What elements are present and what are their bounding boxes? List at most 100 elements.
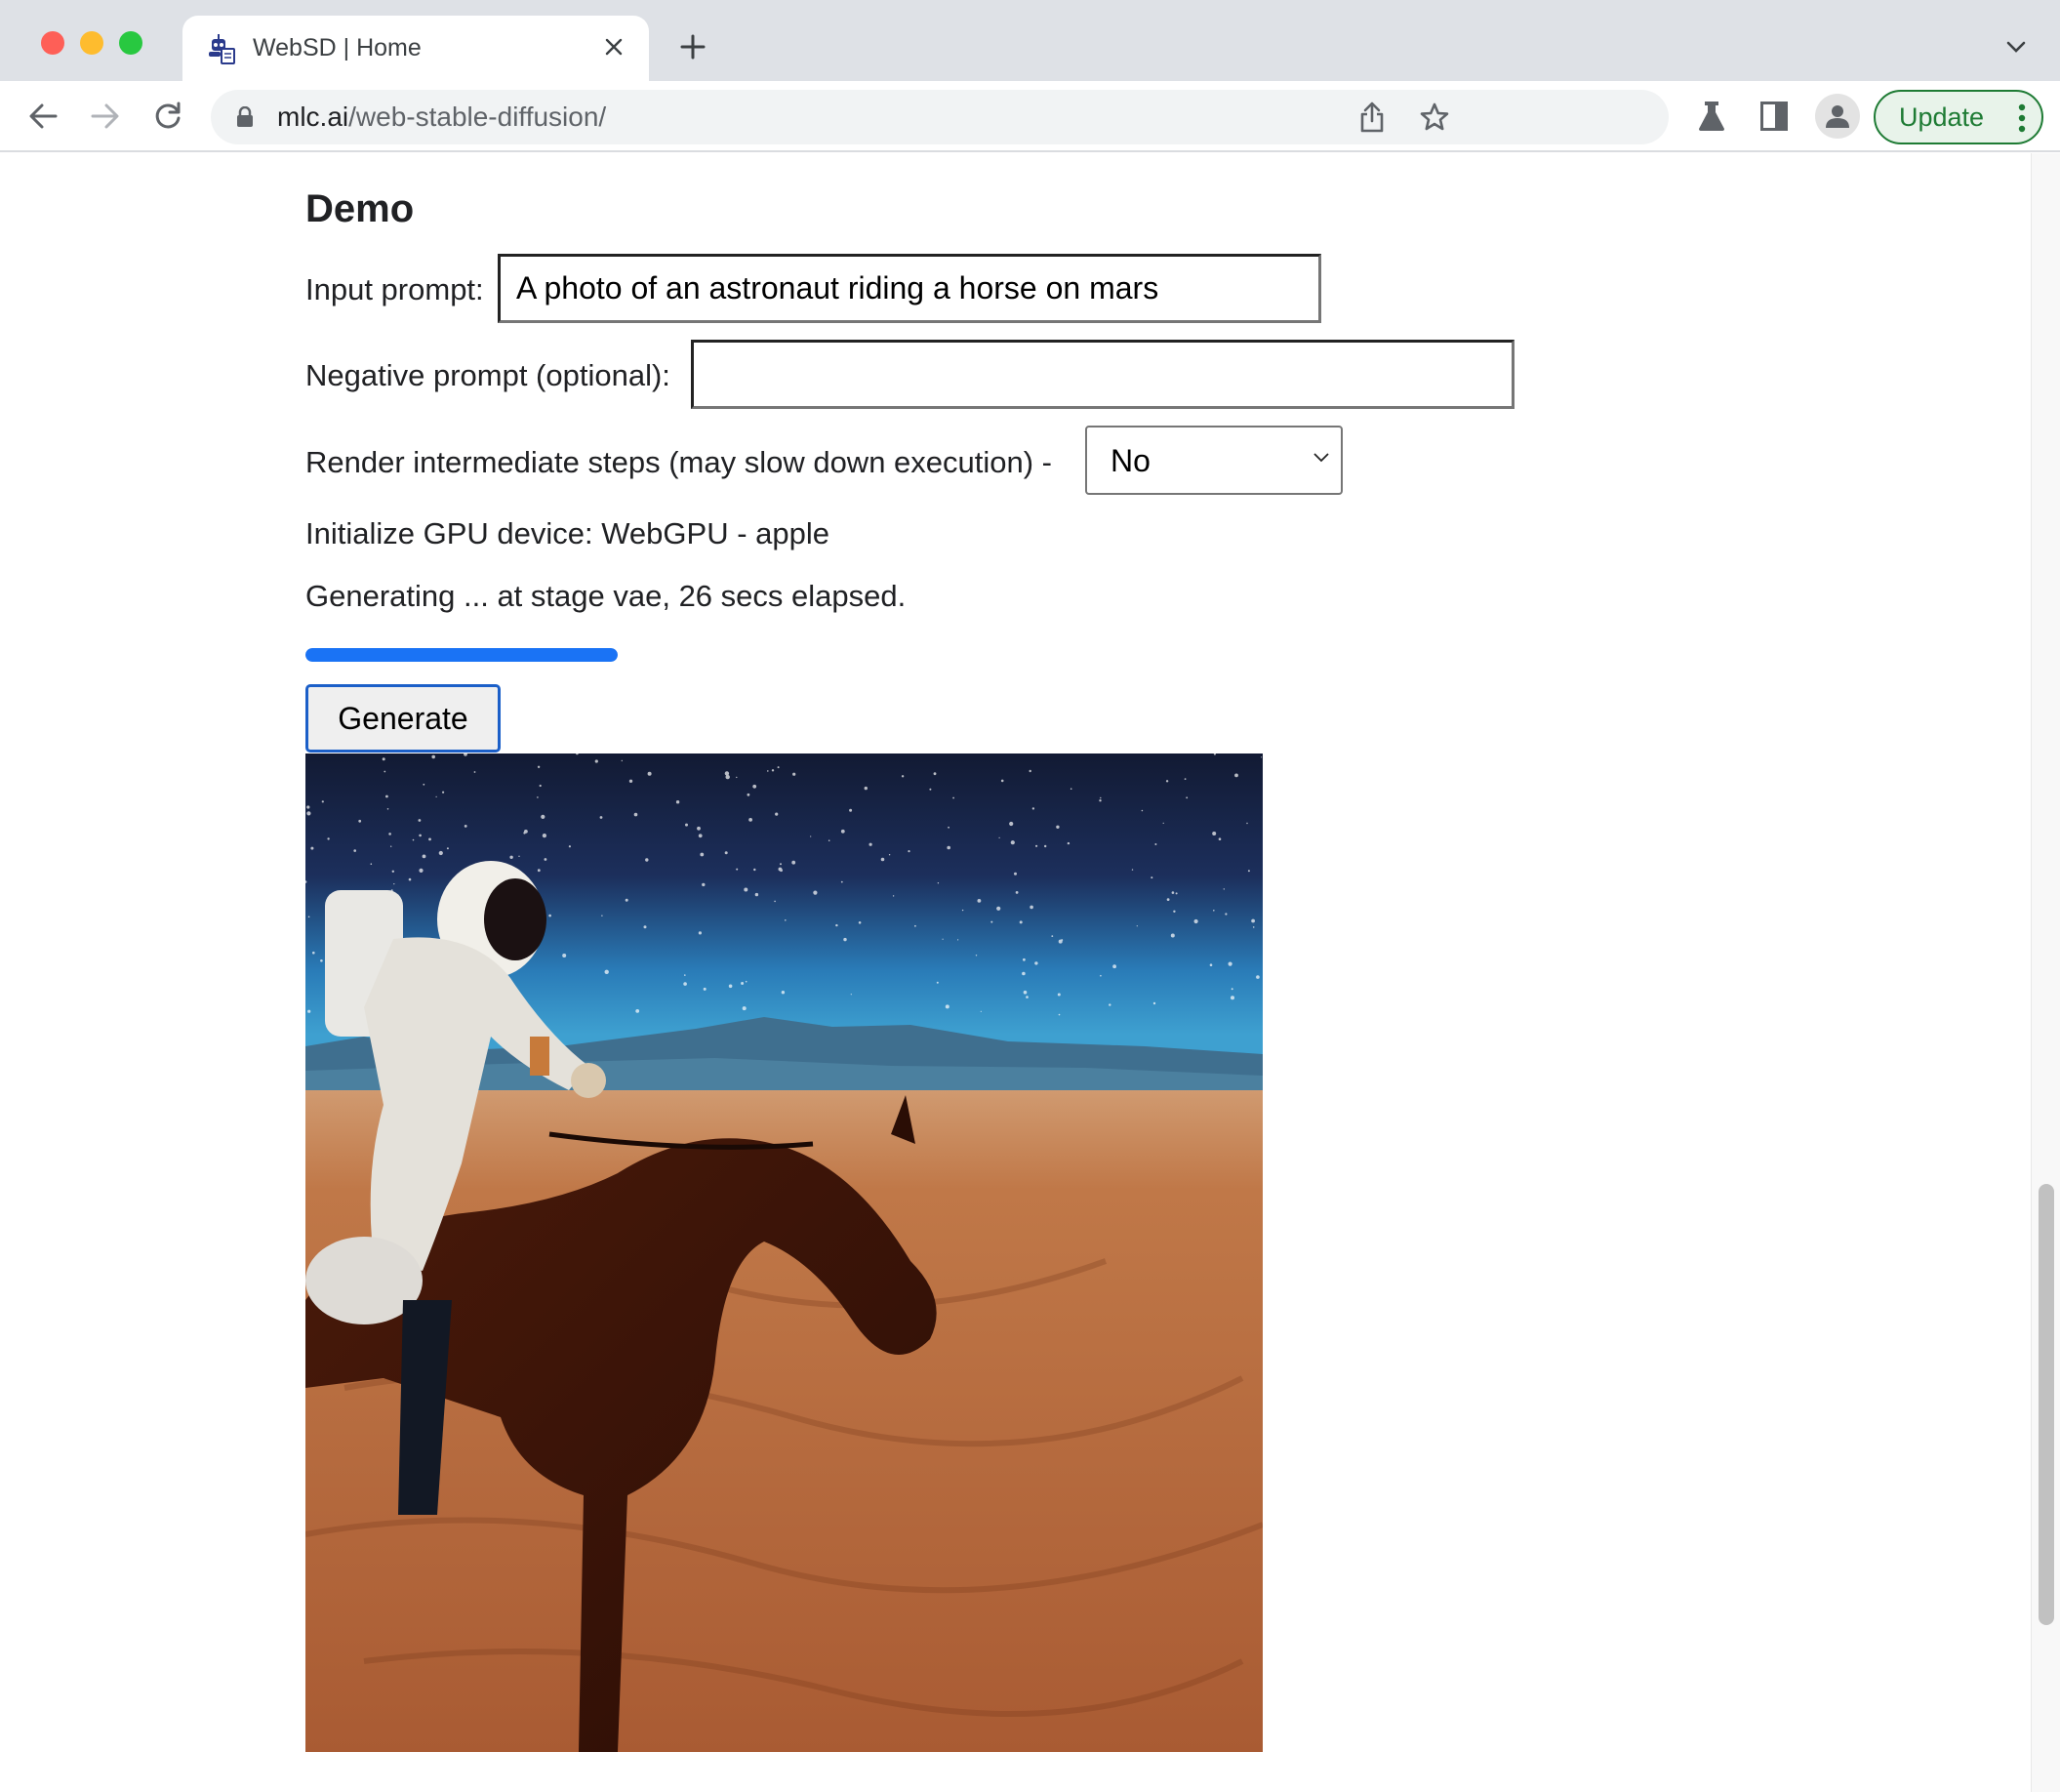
star-dot xyxy=(1225,913,1228,916)
negative-prompt-label: Negative prompt (optional): xyxy=(305,358,670,392)
star-dot xyxy=(541,814,545,819)
star-dot xyxy=(747,793,750,796)
reload-icon xyxy=(155,102,181,129)
star-dot xyxy=(544,858,547,861)
star-dot xyxy=(1058,1013,1061,1016)
star-dot xyxy=(306,805,310,809)
forward-button[interactable] xyxy=(86,97,125,136)
star-dot xyxy=(777,766,780,769)
star-dot xyxy=(1234,773,1238,778)
star-dot xyxy=(1231,996,1234,1000)
star-dot xyxy=(780,863,782,866)
input-prompt-field[interactable] xyxy=(498,254,1321,323)
page-content: Demo Input prompt: Negative prompt (opti… xyxy=(0,153,2031,1792)
star-dot xyxy=(843,937,847,942)
star-dot xyxy=(388,833,391,835)
scrollbar-thumb[interactable] xyxy=(2039,1184,2054,1625)
update-label: Update xyxy=(1899,102,1985,132)
star-dot xyxy=(957,939,959,941)
back-button[interactable] xyxy=(23,97,62,136)
close-tab-button[interactable] xyxy=(596,29,631,64)
star-dot xyxy=(748,818,752,822)
star-dot xyxy=(1109,1003,1111,1006)
star-dot xyxy=(1228,961,1232,966)
url-text[interactable]: mlc.ai/web-stable-diffusion/ xyxy=(277,102,606,133)
star-dot xyxy=(1014,872,1017,876)
render-steps-select[interactable]: No xyxy=(1085,426,1343,495)
star-dot xyxy=(594,759,598,763)
star-dot xyxy=(1209,963,1213,966)
star-dot xyxy=(724,771,730,776)
star-dot xyxy=(697,826,701,831)
star-dot xyxy=(621,759,623,762)
vertical-scrollbar[interactable] xyxy=(2031,153,2060,1792)
star-dot xyxy=(728,984,733,989)
tab-websd-home[interactable]: WebSD | Home xyxy=(182,16,649,81)
share-button[interactable] xyxy=(1354,100,1390,135)
plus-icon xyxy=(680,34,706,60)
star-dot xyxy=(744,887,748,892)
star-dot xyxy=(942,938,944,940)
star-dot xyxy=(1165,780,1169,783)
profile-button[interactable] xyxy=(1815,94,1860,139)
labs-button[interactable] xyxy=(1692,97,1731,136)
star-dot xyxy=(990,920,993,923)
update-button[interactable]: Update xyxy=(1874,90,2043,144)
new-tab-button[interactable] xyxy=(673,27,712,66)
star-dot xyxy=(1044,844,1047,848)
star-dot xyxy=(791,860,796,865)
star-dot xyxy=(633,812,638,817)
star-dot xyxy=(1029,769,1031,773)
star-dot xyxy=(908,850,910,853)
window-zoom-button[interactable] xyxy=(119,31,142,55)
star-dot xyxy=(386,808,389,810)
star-dot xyxy=(1019,920,1023,924)
star-dot xyxy=(933,772,937,776)
star-dot xyxy=(1247,870,1250,873)
star-dot xyxy=(736,868,739,871)
star-dot xyxy=(702,882,706,887)
star-dot xyxy=(1175,892,1178,895)
star-dot xyxy=(1057,993,1061,997)
bookmark-button[interactable] xyxy=(1417,100,1452,135)
star-dot xyxy=(523,832,526,835)
render-steps-label: Render intermediate steps (may slow down… xyxy=(305,445,1053,479)
browser-toolbar: mlc.ai/web-stable-diffusion/ Update xyxy=(0,81,2060,152)
star-dot xyxy=(1246,822,1248,825)
window-minimize-button[interactable] xyxy=(80,31,103,55)
star-dot xyxy=(698,931,702,935)
star-dot xyxy=(888,854,891,856)
star-dot xyxy=(892,895,895,897)
star-dot xyxy=(700,852,705,857)
negative-prompt-field[interactable] xyxy=(691,340,1515,409)
share-icon xyxy=(1360,102,1384,133)
star-dot xyxy=(422,854,426,859)
star-dot xyxy=(725,774,730,780)
star-dot xyxy=(312,951,315,955)
star-dot xyxy=(1023,957,1026,961)
star-dot xyxy=(390,845,392,847)
tab-search-button[interactable] xyxy=(2000,31,2032,62)
side-panel-button[interactable] xyxy=(1755,97,1794,136)
star-dot xyxy=(382,757,385,761)
lock-icon[interactable] xyxy=(236,105,254,133)
star-dot xyxy=(423,783,425,786)
star-dot xyxy=(1030,905,1033,910)
star-dot xyxy=(771,769,775,772)
star-dot xyxy=(1022,971,1026,976)
star-dot xyxy=(780,869,783,873)
address-bar[interactable]: mlc.ai/web-stable-diffusion/ xyxy=(211,90,1669,144)
star-dot xyxy=(785,919,787,921)
reload-button[interactable] xyxy=(148,97,187,136)
star-dot xyxy=(509,855,513,859)
window-close-button[interactable] xyxy=(41,31,64,55)
star-dot xyxy=(537,765,541,768)
star-dot xyxy=(868,842,872,846)
star-dot xyxy=(675,800,680,804)
star-dot xyxy=(370,863,373,865)
star-dot xyxy=(628,779,633,783)
star-dot xyxy=(754,892,759,897)
star-dot xyxy=(1171,891,1175,894)
chevron-down-icon xyxy=(1313,453,1329,463)
generate-button[interactable]: Generate xyxy=(305,684,501,753)
